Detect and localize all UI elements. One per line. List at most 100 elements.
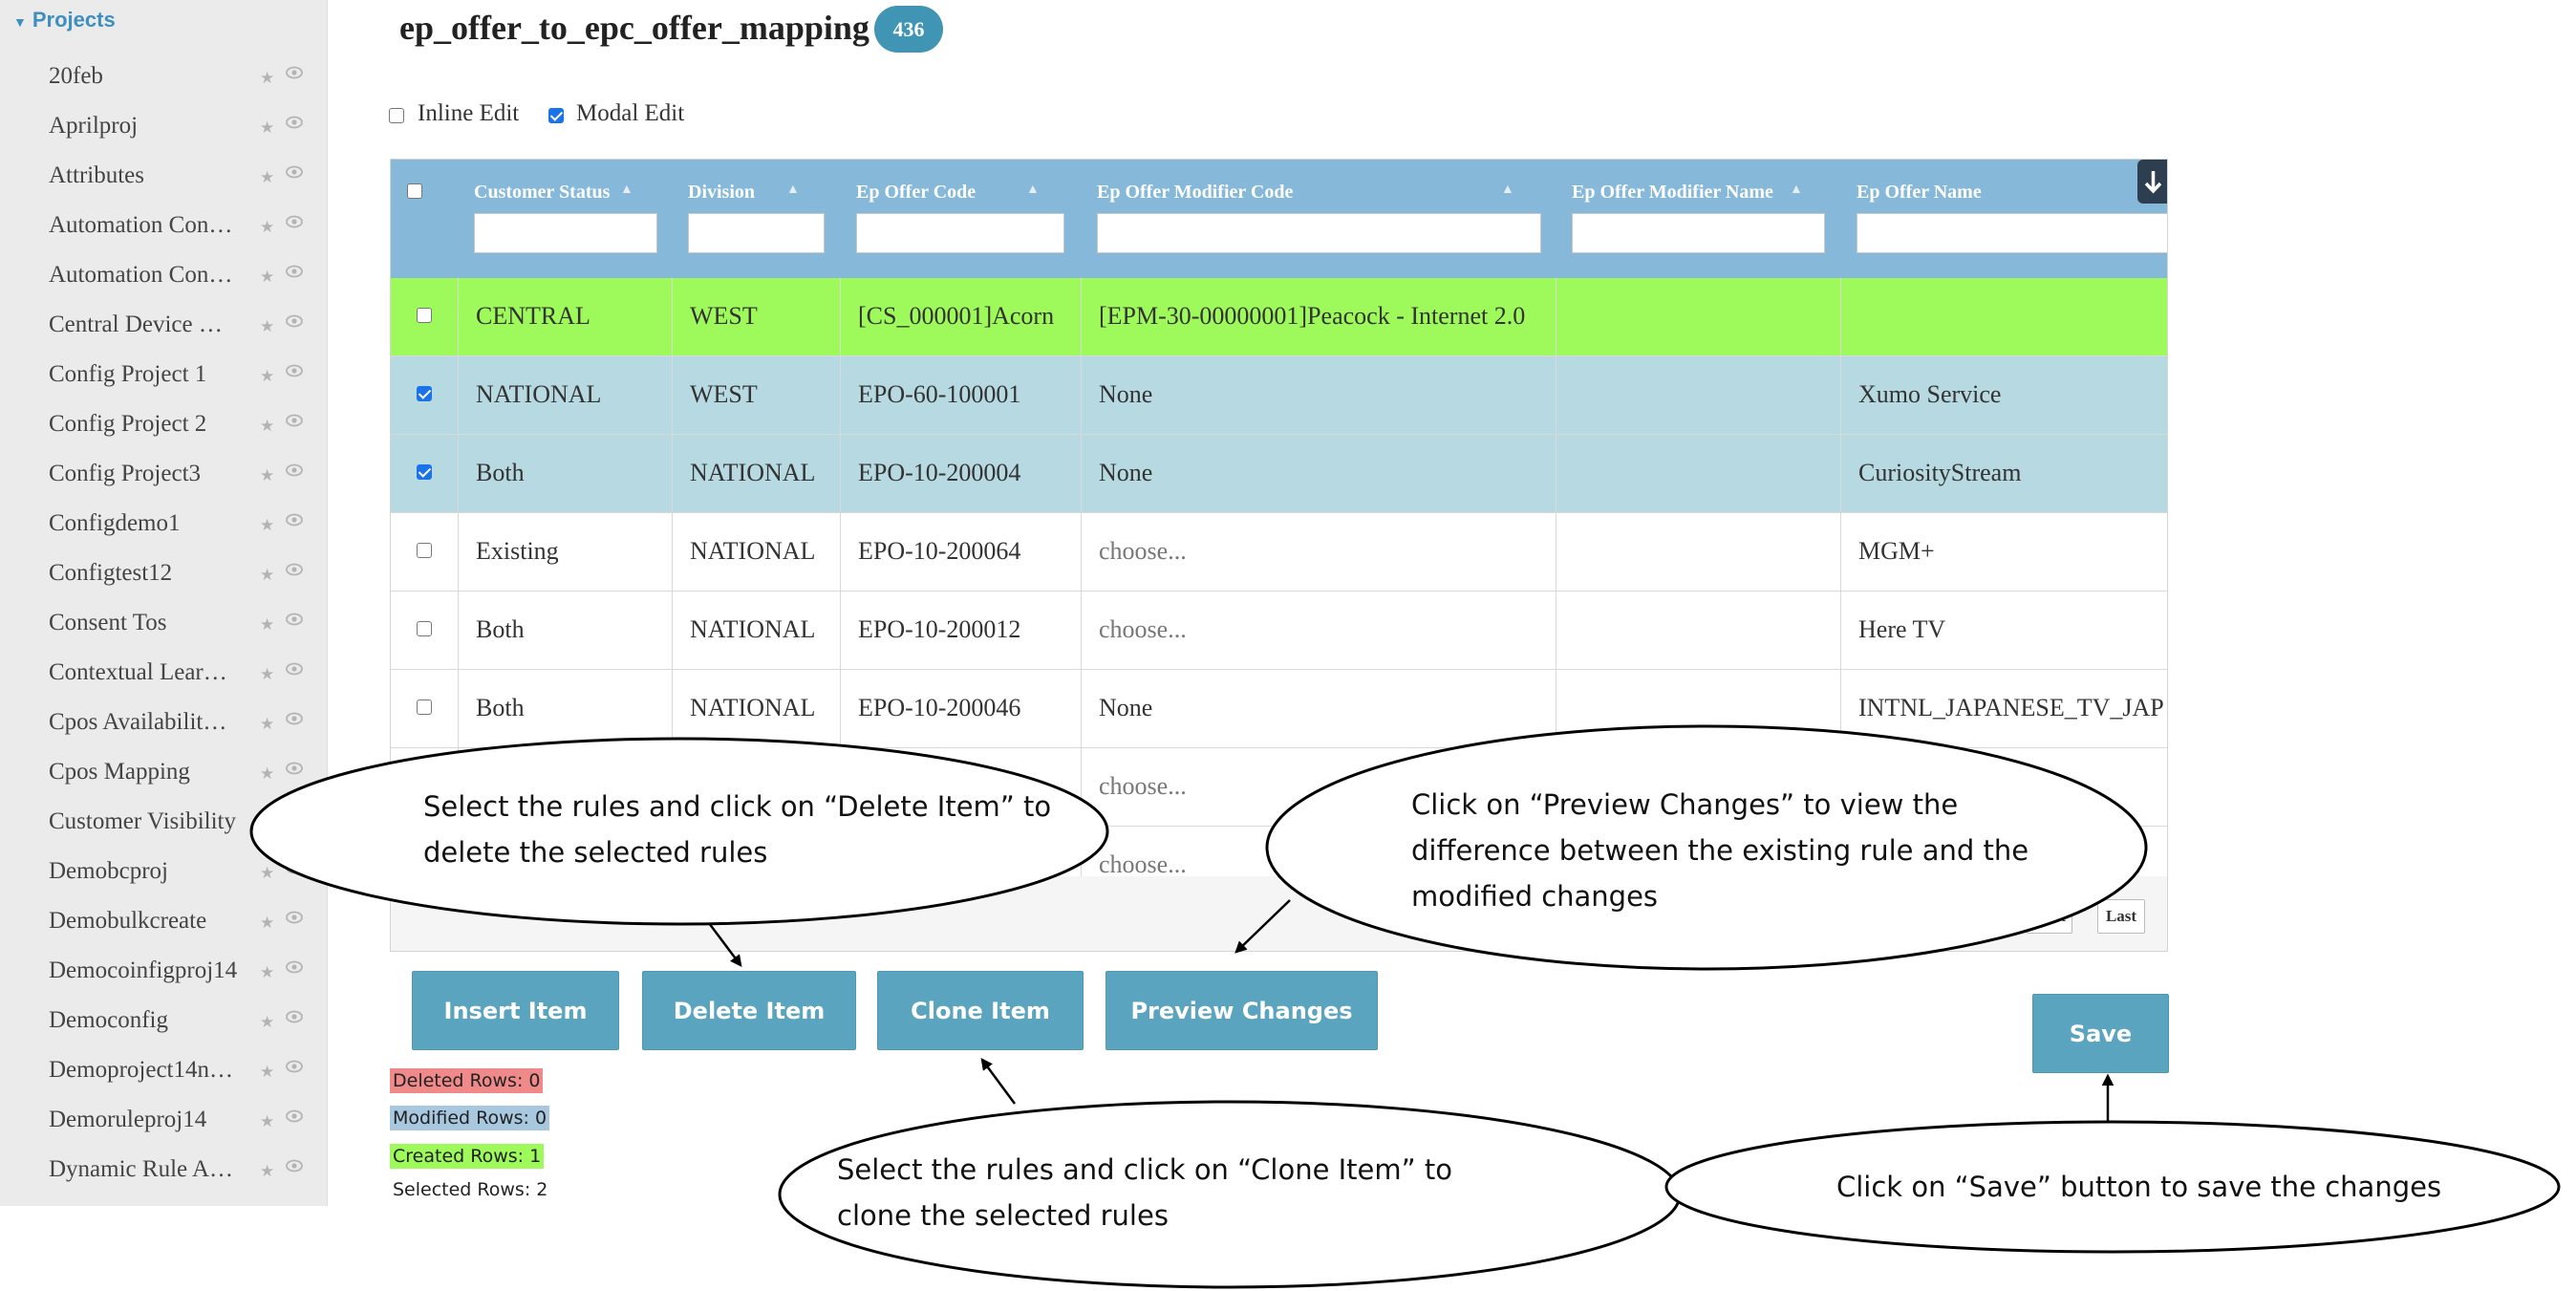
star-icon[interactable]: ★ <box>260 218 274 237</box>
projects-header[interactable]: ▼ Projects <box>13 8 116 32</box>
table-cell[interactable]: [EPM-30-00000001]Peacock - Internet 2.0 <box>1081 278 1556 356</box>
eye-icon[interactable] <box>285 610 304 629</box>
row-select-checkbox[interactable] <box>417 699 432 715</box>
table-cell[interactable] <box>1556 513 1840 592</box>
table-cell[interactable]: EPO-10-200004 <box>840 435 1081 513</box>
sidebar-project-item[interactable]: Customer Visibility ★ <box>0 803 328 852</box>
table-cell[interactable]: None <box>1081 435 1556 513</box>
eye-icon[interactable] <box>285 312 304 331</box>
table-row[interactable]: CENTRAL WEST [CS_000001]Acorn [EPM-30-00000… <box>391 278 2167 356</box>
star-icon[interactable]: ★ <box>260 715 274 734</box>
eye-icon[interactable] <box>285 162 304 182</box>
next-page-button[interactable]: Next <box>2027 899 2072 934</box>
star-icon[interactable]: ★ <box>260 814 274 833</box>
column-filter-input[interactable] <box>474 213 657 253</box>
table-row[interactable]: NATIONAL WEST EPO-60-100001 None Xumo Servic… <box>391 356 2167 435</box>
sidebar-project-item[interactable]: Aprilproj ★ <box>0 107 328 157</box>
star-icon[interactable]: ★ <box>260 864 274 883</box>
sort-icon[interactable]: ▲ <box>1026 183 1040 198</box>
row-select-checkbox[interactable] <box>417 464 432 480</box>
eye-icon[interactable] <box>285 63 304 82</box>
table-cell[interactable]: WEST <box>672 278 840 356</box>
eye-icon[interactable] <box>285 759 304 778</box>
sort-icon[interactable]: ▲ <box>1790 183 1803 198</box>
table-cell[interactable]: NATIONAL <box>672 670 840 748</box>
eye-icon[interactable] <box>285 659 304 678</box>
table-cell[interactable] <box>1556 356 1840 435</box>
inline-edit-checkbox[interactable] <box>389 108 404 123</box>
sidebar-project-item[interactable]: Demoproject14n… ★ <box>0 1051 328 1101</box>
delete-item-button[interactable]: Delete Item <box>642 971 856 1050</box>
row-select-checkbox[interactable] <box>417 386 432 401</box>
table-cell[interactable]: EPO-10-200064 <box>840 513 1081 592</box>
sidebar-project-item[interactable]: Cpos Availabilit… ★ <box>0 703 328 753</box>
sidebar-project-item[interactable]: Democonfig ★ <box>0 1001 328 1051</box>
sidebar-project-item[interactable]: Config Project3 ★ <box>0 455 328 505</box>
table-row[interactable]: Both NATIONAL EPO-10-200004 None CuriositySt… <box>391 435 2167 513</box>
table-cell[interactable]: EPO-10-200012 <box>840 592 1081 670</box>
star-icon[interactable]: ★ <box>260 1162 274 1181</box>
sidebar-project-item[interactable]: Contextual Lear… ★ <box>0 654 328 703</box>
clone-item-button[interactable]: Clone Item <box>877 971 1084 1050</box>
insert-item-button[interactable]: Insert Item <box>412 971 619 1050</box>
table-cell[interactable]: CENTRAL <box>458 278 672 356</box>
table-cell[interactable]: [CS_000001]Acorn <box>840 278 1081 356</box>
sidebar-project-item[interactable]: Demobulkcreate ★ <box>0 902 328 952</box>
column-header[interactable]: Ep Offer Modifier Name ▲ <box>1556 160 1840 278</box>
eye-icon[interactable] <box>285 1007 304 1026</box>
sidebar-project-item[interactable]: Config Project 2 ★ <box>0 405 328 455</box>
column-filter-input[interactable] <box>856 213 1064 253</box>
table-cell[interactable]: Both <box>458 670 672 748</box>
eye-icon[interactable] <box>285 858 304 877</box>
table-row[interactable]: Both NATIONAL EPO-10-200046 None INTNL_JAPAN… <box>391 670 2167 748</box>
star-icon[interactable]: ★ <box>260 367 274 386</box>
column-filter-input[interactable] <box>1857 213 2167 253</box>
table-cell[interactable]: choose... <box>1081 513 1556 592</box>
table-cell[interactable] <box>1556 670 1840 748</box>
eye-icon[interactable] <box>285 212 304 231</box>
table-cell[interactable]: NATIONAL <box>672 592 840 670</box>
column-filter-input[interactable] <box>1097 213 1541 253</box>
eye-icon[interactable] <box>285 1107 304 1126</box>
column-filter-input[interactable] <box>688 213 825 253</box>
eye-icon[interactable] <box>285 808 304 828</box>
table-cell[interactable]: WEST <box>672 356 840 435</box>
column-header[interactable]: Ep Offer Modifier Code ▲ <box>1081 160 1556 278</box>
table-cell[interactable]: Xumo Service <box>1840 356 2167 435</box>
save-button[interactable]: Save <box>2032 994 2169 1073</box>
eye-icon[interactable] <box>285 262 304 281</box>
eye-icon[interactable] <box>285 461 304 480</box>
sidebar-project-item[interactable]: Dynamic Rule A… ★ <box>0 1151 328 1200</box>
star-icon[interactable]: ★ <box>260 168 274 187</box>
eye-icon[interactable] <box>285 113 304 132</box>
eye-icon[interactable] <box>285 510 304 529</box>
table-cell[interactable]: NATIONAL <box>672 435 840 513</box>
star-icon[interactable]: ★ <box>260 516 274 535</box>
eye-icon[interactable] <box>285 560 304 579</box>
table-cell[interactable]: Existing <box>458 513 672 592</box>
eye-icon[interactable] <box>285 1156 304 1175</box>
table-cell[interactable]: EPO-10-200046 <box>840 670 1081 748</box>
eye-icon[interactable] <box>285 411 304 430</box>
select-all-checkbox[interactable] <box>407 183 422 199</box>
table-row[interactable]: Both NATIONAL EPO-10-200012 choose... Here T… <box>391 592 2167 670</box>
sidebar-project-item[interactable]: Configtest12 ★ <box>0 554 328 604</box>
star-icon[interactable]: ★ <box>260 466 274 485</box>
column-header[interactable]: Division ▲ <box>672 160 840 278</box>
table-cell[interactable]: None <box>1081 670 1556 748</box>
table-cell[interactable]: Both <box>458 435 672 513</box>
table-row[interactable]: Existing NATIONAL EPO-10-200064 choose... MG… <box>391 513 2167 592</box>
star-icon[interactable]: ★ <box>260 118 274 138</box>
eye-icon[interactable] <box>285 957 304 977</box>
table-cell[interactable]: CuriosityStream <box>1840 435 2167 513</box>
sidebar-project-item[interactable]: Democoinfigproj14 ★ <box>0 952 328 1001</box>
sidebar-project-item[interactable]: Demoruleproj14 ★ <box>0 1101 328 1151</box>
sidebar-project-item[interactable]: 20feb ★ <box>0 57 328 107</box>
table-cell[interactable]: NATIONAL <box>458 356 672 435</box>
column-header[interactable]: Ep Offer Name <box>1840 160 2167 278</box>
sidebar-project-item[interactable]: Central Device … ★ <box>0 306 328 355</box>
table-cell[interactable]: MGM+ <box>1840 513 2167 592</box>
star-icon[interactable]: ★ <box>260 615 274 635</box>
eye-icon[interactable] <box>285 361 304 380</box>
sidebar-project-item[interactable]: Automation Con… ★ <box>0 206 328 256</box>
